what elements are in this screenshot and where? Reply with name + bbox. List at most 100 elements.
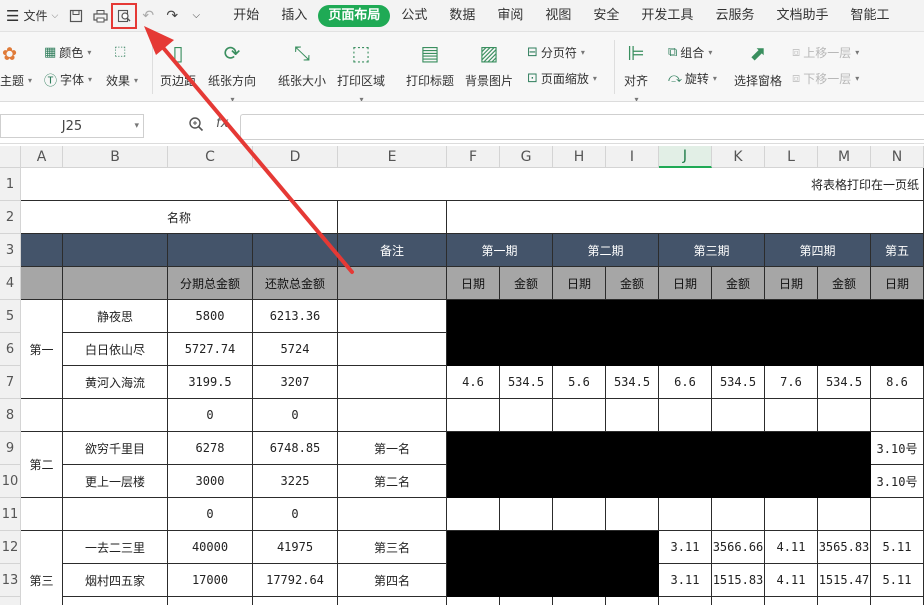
amount-header-cell[interactable]: 金额 <box>606 267 659 300</box>
row-header-11[interactable]: 11 <box>0 498 21 531</box>
row-header-3[interactable]: 3 <box>0 234 21 267</box>
save-icon[interactable] <box>64 4 88 28</box>
table-cell[interactable]: 第二名 <box>338 465 447 498</box>
table-cell[interactable] <box>818 399 871 432</box>
table-cell[interactable]: 5724 <box>253 333 338 366</box>
table-cell[interactable] <box>500 498 553 531</box>
remarks-header-cell[interactable]: 备注 <box>338 234 447 267</box>
tab-formulas[interactable]: 公式 <box>390 5 438 27</box>
cell[interactable] <box>21 399 63 432</box>
row-header-1[interactable]: 1 <box>0 168 21 201</box>
undo-icon[interactable]: ↶ <box>136 4 160 28</box>
table-cell[interactable] <box>712 597 765 605</box>
row-header-5[interactable]: 5 <box>0 300 21 333</box>
table-cell[interactable]: 3.10号 <box>871 432 924 465</box>
column-header-k[interactable]: K <box>712 146 765 168</box>
effects-button[interactable]: 效果 <box>106 72 138 89</box>
row-header-8[interactable]: 8 <box>0 399 21 432</box>
table-cell[interactable] <box>338 597 447 605</box>
table-cell[interactable]: 3199.5 <box>168 366 253 399</box>
table-cell[interactable]: 第四名 <box>338 564 447 597</box>
column-header-c[interactable]: C <box>168 146 253 168</box>
table-cell[interactable]: 3.10号 <box>871 465 924 498</box>
table-cell[interactable] <box>63 597 168 605</box>
table-cell[interactable]: 8.6 <box>871 366 924 399</box>
table-cell[interactable]: 3.11 <box>659 564 712 597</box>
table-cell[interactable] <box>447 597 500 605</box>
row-header-6[interactable]: 6 <box>0 333 21 366</box>
table-cell[interactable]: 6748.85 <box>253 432 338 465</box>
align-button[interactable]: ⊫ 对齐 <box>622 40 650 101</box>
table-cell[interactable]: 534.5 <box>818 366 871 399</box>
column-header-m[interactable]: M <box>818 146 871 168</box>
table-cell[interactable]: 1515.47 <box>818 564 871 597</box>
cell[interactable] <box>338 201 447 234</box>
table-cell[interactable] <box>338 366 447 399</box>
tab-insert[interactable]: 插入 <box>270 5 318 27</box>
margins-button[interactable]: ▯ 页边距 <box>160 40 196 89</box>
redacted-cell[interactable] <box>447 432 871 498</box>
table-cell[interactable] <box>765 498 818 531</box>
table-cell[interactable]: 3000 <box>168 465 253 498</box>
column-header-j[interactable]: J <box>659 146 712 168</box>
rotate-button[interactable]: ⤼ 旋转 <box>668 70 717 87</box>
table-cell[interactable]: 0 <box>168 399 253 432</box>
zoom-formula-icon[interactable] <box>188 116 204 136</box>
date-header-cell[interactable]: 日期 <box>659 267 712 300</box>
table-cell[interactable]: 534.5 <box>500 366 553 399</box>
column-header-g[interactable]: G <box>500 146 553 168</box>
tab-data[interactable]: 数据 <box>438 5 486 27</box>
table-cell[interactable] <box>606 399 659 432</box>
cell[interactable] <box>63 267 168 300</box>
tab-developer[interactable]: 开发工具 <box>630 5 704 27</box>
table-cell[interactable]: 5727.74 <box>168 333 253 366</box>
period-header-cell[interactable]: 第三期 <box>659 234 765 267</box>
table-cell[interactable] <box>553 498 606 531</box>
table-cell[interactable]: 4.11 <box>765 564 818 597</box>
table-cell[interactable] <box>606 498 659 531</box>
table-cell[interactable] <box>447 399 500 432</box>
table-cell[interactable]: 黄河入海流 <box>63 366 168 399</box>
table-cell[interactable] <box>553 597 606 605</box>
table-cell[interactable] <box>500 399 553 432</box>
table-cell[interactable]: 3566.66 <box>712 531 765 564</box>
theme-icon-group[interactable]: ✿ <box>2 44 17 65</box>
table-cell[interactable]: 第一名 <box>338 432 447 465</box>
table-cell[interactable]: 5.11 <box>871 531 924 564</box>
paper-size-button[interactable]: ⤡ 纸张大小 <box>278 40 326 89</box>
table-cell[interactable] <box>871 498 924 531</box>
table-cell[interactable]: 3.11 <box>659 531 712 564</box>
selection-pane-button[interactable]: ⬈ 选择窗格 <box>734 40 782 89</box>
table-cell[interactable] <box>659 498 712 531</box>
table-cell[interactable]: 41975 <box>253 531 338 564</box>
tab-security[interactable]: 安全 <box>582 5 630 27</box>
amount-header-cell[interactable]: 金额 <box>500 267 553 300</box>
table-cell[interactable] <box>818 498 871 531</box>
table-cell[interactable] <box>338 498 447 531</box>
table-cell[interactable] <box>63 498 168 531</box>
table-cell[interactable]: 40000 <box>168 531 253 564</box>
amount-header-cell[interactable]: 金额 <box>712 267 765 300</box>
redo-icon[interactable]: ↷ <box>160 4 184 28</box>
date-header-cell[interactable]: 日期 <box>553 267 606 300</box>
fx-icon[interactable]: fx <box>216 116 228 131</box>
file-menu[interactable]: ☰ 文件 ⌵ <box>0 0 64 31</box>
date-header-cell[interactable]: 日期 <box>871 267 924 300</box>
table-cell[interactable]: 烟村四五家 <box>63 564 168 597</box>
column-header-e[interactable]: E <box>338 146 447 168</box>
send-backward-button[interactable]: ⧈ 下移一层 <box>792 70 859 87</box>
column-header-h[interactable]: H <box>553 146 606 168</box>
tab-view[interactable]: 视图 <box>534 5 582 27</box>
amount-header-cell[interactable]: 金额 <box>818 267 871 300</box>
formula-input[interactable] <box>240 114 924 140</box>
table-cell[interactable]: 7.6 <box>765 366 818 399</box>
print-area-button[interactable]: ⬚ 打印区域 <box>337 40 385 101</box>
table-cell[interactable]: 0 <box>253 399 338 432</box>
theme-button[interactable]: 主题 <box>0 72 32 89</box>
table-cell[interactable]: 6213.36 <box>253 300 338 333</box>
table-cell[interactable] <box>871 399 924 432</box>
page-break-button[interactable]: ⊟ 分页符 <box>527 44 585 61</box>
table-cell[interactable] <box>338 333 447 366</box>
table-cell[interactable]: 第三名 <box>338 531 447 564</box>
cell[interactable] <box>447 201 924 234</box>
